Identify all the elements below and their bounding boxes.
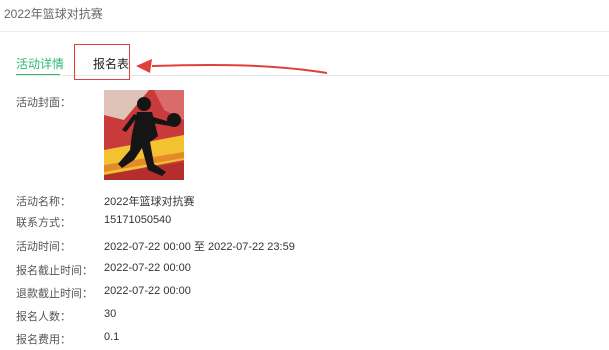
field-value-name: 2022年篮球对抗赛 <box>104 196 195 208</box>
annotation-arrow-icon <box>136 59 328 74</box>
field-value-signup-deadline: 2022-07-22 00:00 <box>104 262 191 274</box>
basketball-player-image <box>104 90 184 180</box>
annotation-highlight-box <box>74 44 130 80</box>
field-value-time: 2022-07-22 00:00 至 2022-07-22 23:59 <box>104 241 295 253</box>
field-value-contact: 15171050540 <box>104 214 172 226</box>
field-label-signup-deadline: 报名截止时间： <box>16 265 93 277</box>
field-label-contact: 联系方式： <box>16 217 71 229</box>
field-label-fee: 报名费用： <box>16 334 71 346</box>
field-label-time: 活动时间： <box>16 241 71 253</box>
field-label-headcount: 报名人数： <box>16 311 71 323</box>
field-value-fee: 0.1 <box>104 331 120 343</box>
field-label-refund-deadline: 退款截止时间： <box>16 288 93 300</box>
tab-activity-details[interactable]: 活动详情 <box>16 55 64 72</box>
title-divider <box>0 31 609 32</box>
activity-detail-page: 2022年篮球对抗赛 活动详情 报名表 活动封面： 活动名称： 2022年篮球对… <box>0 0 609 350</box>
field-value-headcount: 30 <box>104 308 117 320</box>
activity-cover-image <box>104 90 184 180</box>
field-label-name: 活动名称： <box>16 196 71 208</box>
page-title: 2022年篮球对抗赛 <box>4 7 103 21</box>
field-value-refund-deadline: 2022-07-22 00:00 <box>104 285 191 297</box>
cover-label: 活动封面： <box>16 97 71 109</box>
